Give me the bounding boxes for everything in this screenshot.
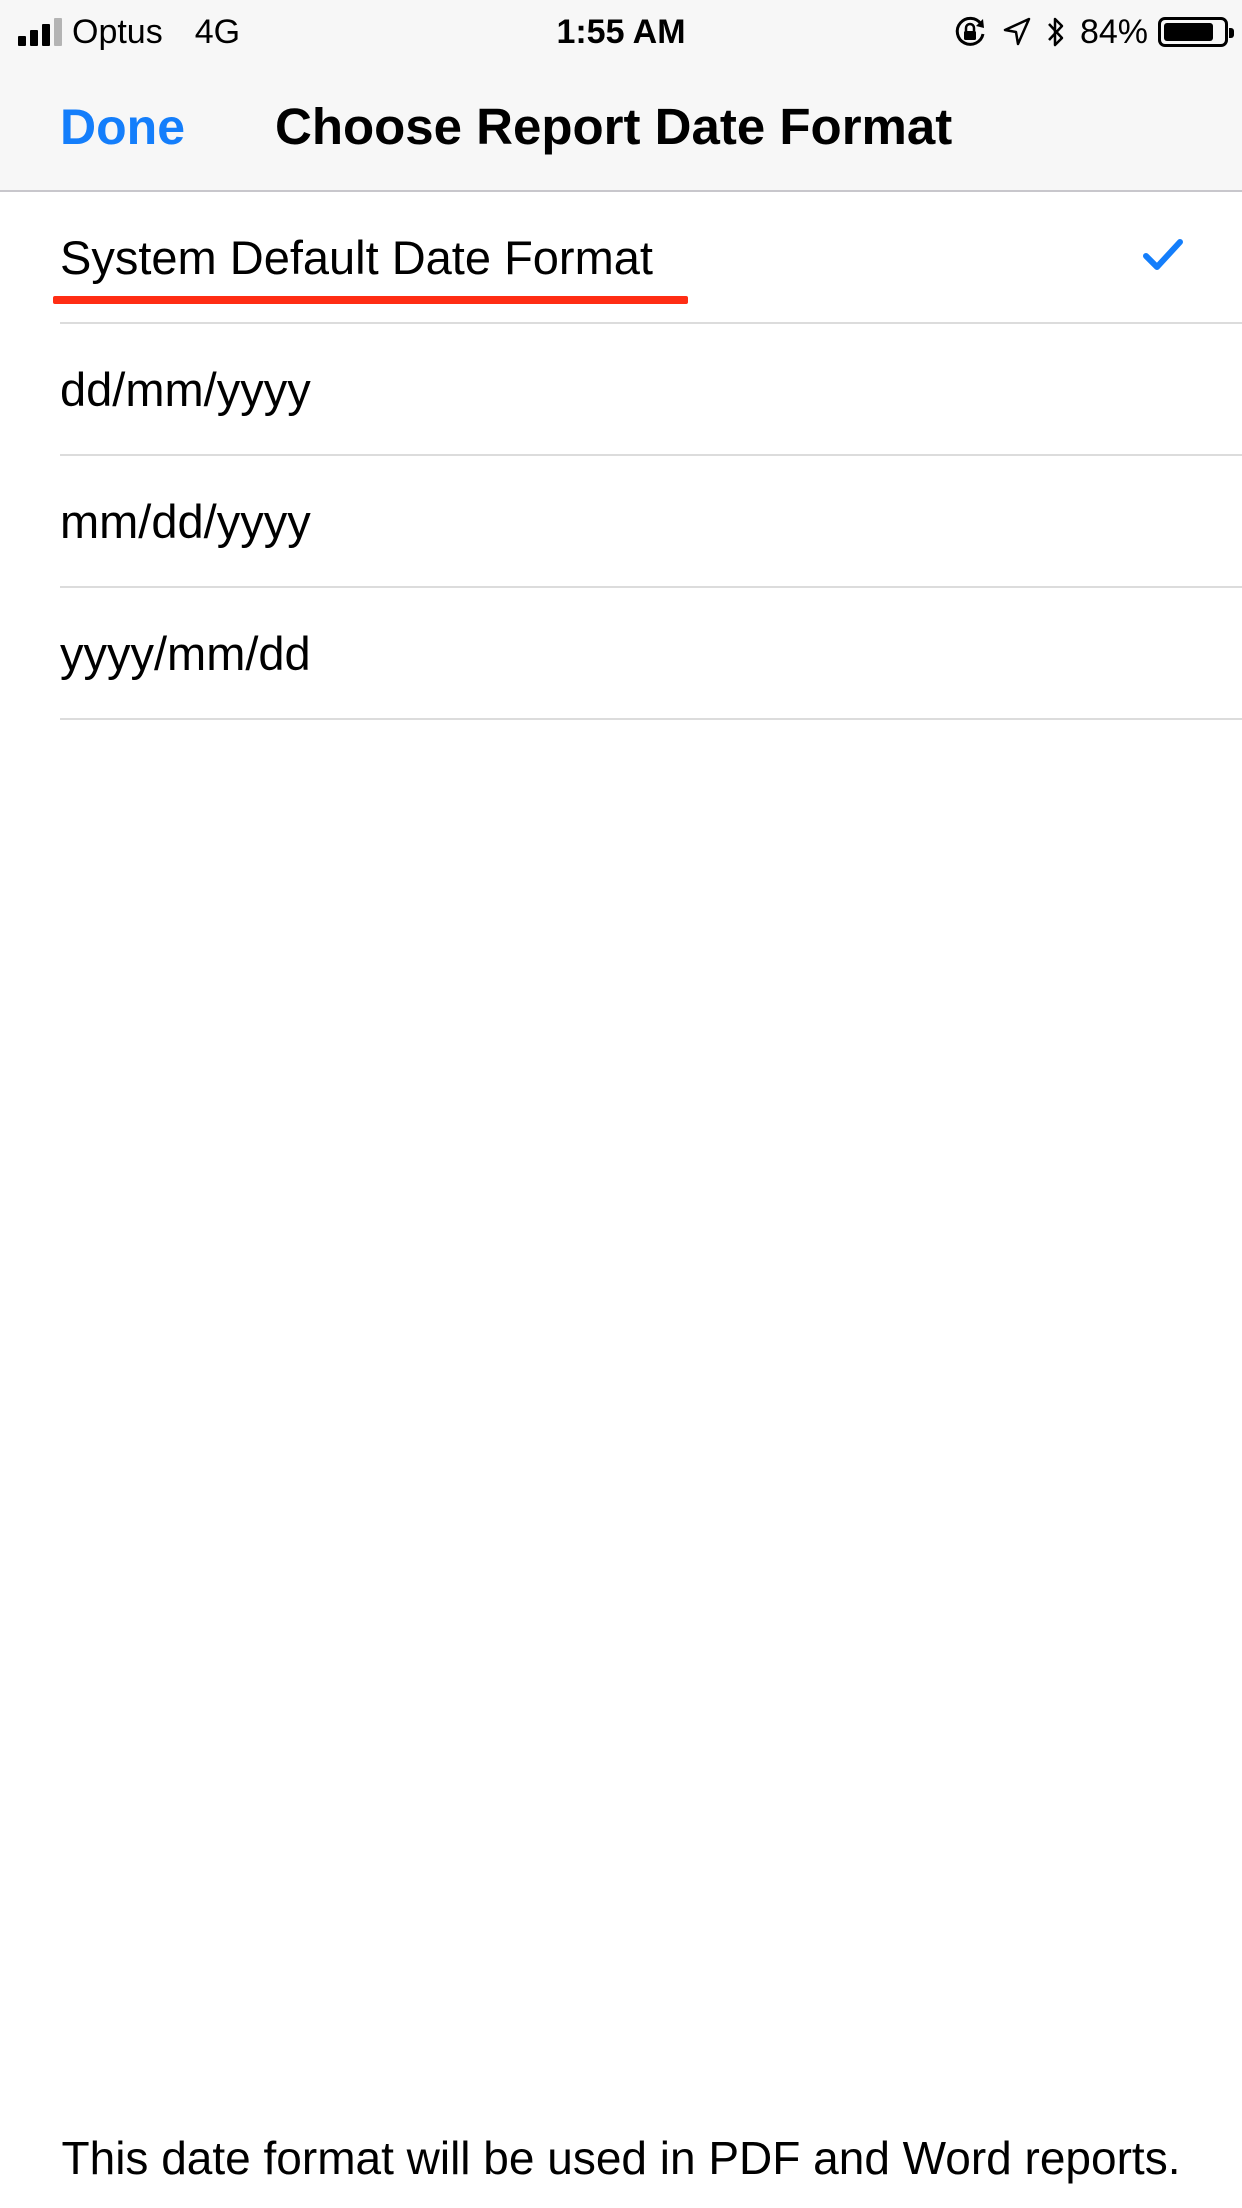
option-label: dd/mm/yyyy <box>60 363 311 416</box>
footer-note: This date format will be used in PDF and… <box>61 2132 1181 2184</box>
date-format-list: System Default Date Format dd/mm/yyyy mm… <box>0 192 1242 720</box>
checkmark-icon <box>1143 239 1183 270</box>
navigation-bar: Done Choose Report Date Format <box>0 62 1242 192</box>
done-button[interactable]: Done <box>60 97 185 157</box>
option-system-default[interactable]: System Default Date Format <box>0 192 1242 324</box>
option-label: yyyy/mm/dd <box>60 627 311 680</box>
battery-nub <box>1229 28 1234 38</box>
status-bar: Optus 4G 1:55 AM 84% <box>0 0 1242 62</box>
option-dd-mm-yyyy[interactable]: dd/mm/yyyy <box>0 324 1242 456</box>
option-label: mm/dd/yyyy <box>60 495 311 548</box>
battery-level-fill <box>1164 23 1213 41</box>
orientation-lock-icon <box>955 16 985 46</box>
bluetooth-icon <box>1048 17 1064 47</box>
page-title: Choose Report Date Format <box>275 98 953 155</box>
highlight-underline <box>53 296 688 304</box>
row-separator <box>60 718 1242 720</box>
option-yyyy-mm-dd[interactable]: yyyy/mm/dd <box>0 588 1242 720</box>
status-right: 84% <box>952 12 1234 52</box>
option-label: System Default Date Format <box>60 231 653 284</box>
battery-percent: 84% <box>1079 13 1148 51</box>
option-mm-dd-yyyy[interactable]: mm/dd/yyyy <box>0 456 1242 588</box>
screen: Optus 4G 1:55 AM 84% Done Choose Report … <box>0 0 1242 2208</box>
battery-icon <box>1158 17 1234 47</box>
location-arrow-icon <box>1003 17 1031 46</box>
